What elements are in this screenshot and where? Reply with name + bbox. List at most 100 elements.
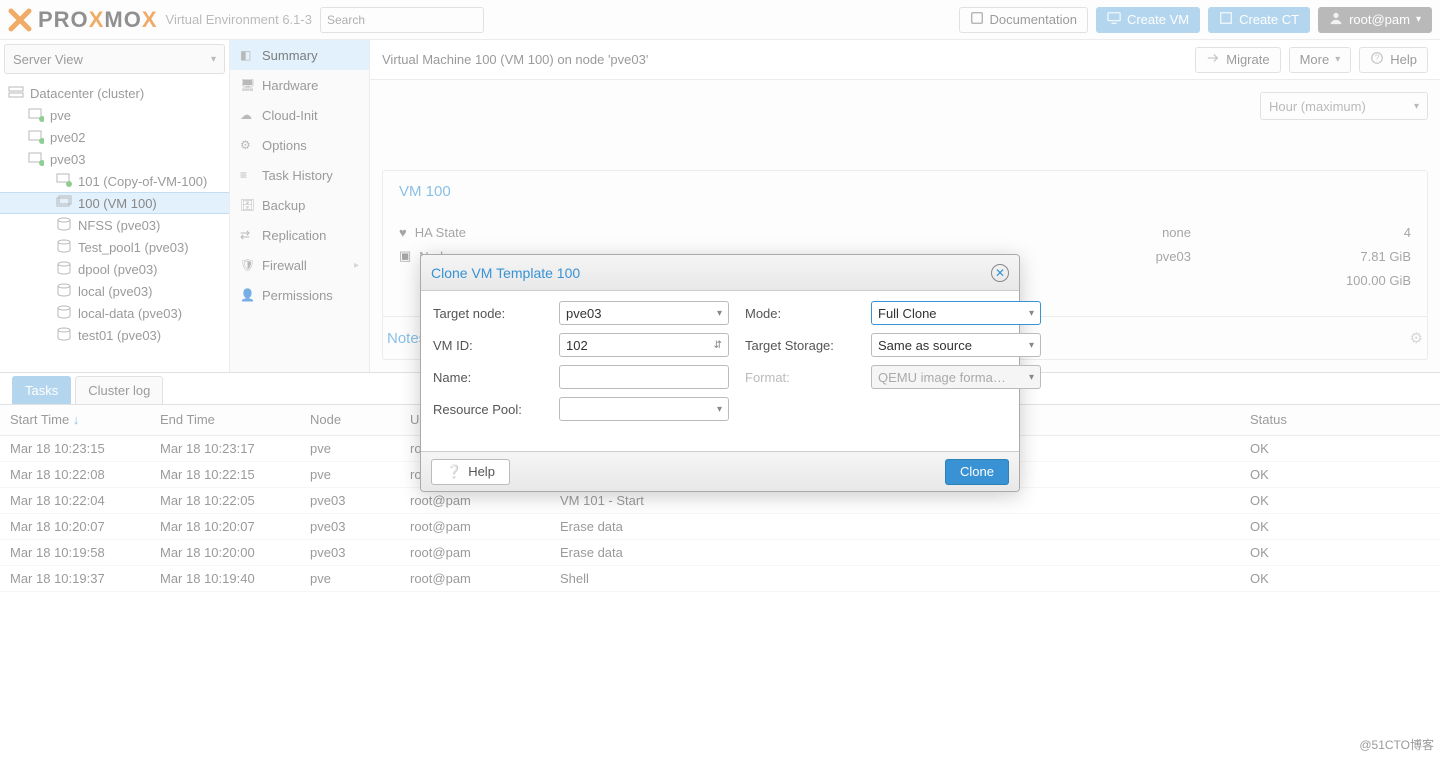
tree-root-label: Datacenter (cluster)	[30, 86, 144, 101]
more-button[interactable]: More ▾	[1289, 47, 1352, 73]
menu-icon: 🛡	[240, 258, 254, 272]
gear-icon[interactable]: ⚙	[1410, 329, 1423, 347]
timeframe-select[interactable]: Hour (maximum) ▾	[1260, 92, 1428, 120]
modal-help-button[interactable]: ❔ Help	[431, 459, 510, 485]
menu-icon: 🗄	[240, 198, 254, 212]
table-row[interactable]: Mar 18 10:20:07Mar 18 10:20:07pve03root@…	[0, 513, 1440, 539]
menu-item-permissions[interactable]: 👤Permissions	[230, 280, 369, 310]
user-icon	[1329, 11, 1343, 28]
create-vm-label: Create VM	[1127, 12, 1189, 27]
help-icon: ❔	[446, 464, 462, 480]
tree-node-pve03[interactable]: pve03	[0, 148, 229, 170]
mode-select[interactable]: Full Clone▾	[871, 301, 1041, 325]
menu-item-hardware[interactable]: 🖥 Hardware	[230, 70, 369, 100]
tree-datacenter[interactable]: Datacenter (cluster)	[0, 82, 229, 104]
clone-modal: Clone VM Template 100 ✕ Target node: pve…	[420, 254, 1020, 492]
tree-item[interactable]: NFSS (pve03)	[0, 214, 229, 236]
user-menu-button[interactable]: root@pam ▾	[1318, 7, 1432, 33]
tree-item-label: local (pve03)	[78, 284, 152, 299]
menu-item-cloud-init[interactable]: ☁ Cloud-Init	[230, 100, 369, 130]
name-label: Name:	[433, 370, 543, 385]
table-row[interactable]: Mar 18 10:19:58Mar 18 10:20:00pve03root@…	[0, 539, 1440, 565]
menu-label: Cloud-Init	[262, 108, 318, 123]
menu-item-task-history[interactable]: ≡Task History	[230, 160, 369, 190]
menu-item-replication[interactable]: ⇄Replication	[230, 220, 369, 250]
migrate-icon	[1206, 51, 1220, 68]
column-header[interactable]: Start Time ↓	[0, 405, 150, 435]
column-header[interactable]: Status	[1240, 405, 1440, 435]
table-cell: Mar 18 10:23:15	[0, 435, 150, 461]
pool-select[interactable]: ▾	[559, 397, 729, 421]
modal-body: Target node: pve03▾ Mode: Full Clone▾ VM…	[421, 291, 1019, 451]
search-input[interactable]	[320, 7, 484, 33]
table-cell: Mar 18 10:19:40	[150, 565, 300, 591]
storage-select[interactable]: Same as source▾	[871, 333, 1041, 357]
help-button[interactable]: ? Help	[1359, 47, 1428, 73]
table-cell: Mar 18 10:20:07	[0, 513, 150, 539]
tab-cluster-log[interactable]: Cluster log	[75, 376, 163, 404]
side-menu: ◧Summary 🖥 Hardware ☁ Cloud-Init ⚙Options≡Tas…	[230, 40, 370, 372]
vm-icon	[56, 172, 72, 191]
svg-text:?: ?	[1375, 54, 1380, 63]
menu-item-summary[interactable]: ◧Summary	[230, 40, 369, 70]
menu-label: Hardware	[262, 78, 318, 93]
table-cell: root@pam	[400, 513, 550, 539]
summary-val: none	[1162, 225, 1191, 240]
table-cell: Mar 18 10:19:58	[0, 539, 150, 565]
watermark: @51CTO博客	[1359, 736, 1434, 753]
menu-item-firewall[interactable]: 🛡Firewall▸	[230, 250, 369, 280]
table-cell: Mar 18 10:19:37	[0, 565, 150, 591]
name-input[interactable]	[559, 365, 729, 389]
table-cell: OK	[1240, 487, 1440, 513]
summary-side-val: 100.00 GiB	[1346, 273, 1411, 288]
tree-item[interactable]: Test_pool1 (pve03)	[0, 236, 229, 258]
modal-title-bar[interactable]: Clone VM Template 100 ✕	[421, 255, 1019, 291]
vmid-input[interactable]: 102 ⇵	[559, 333, 729, 357]
menu-label: Backup	[262, 198, 305, 213]
version-label: Virtual Environment 6.1-3	[166, 12, 312, 27]
create-vm-button[interactable]: Create VM	[1096, 7, 1200, 33]
menu-item-options[interactable]: ⚙Options	[230, 130, 369, 160]
table-cell: pve	[300, 565, 400, 591]
tree-node-pve[interactable]: pve	[0, 104, 229, 126]
tree-item[interactable]: local-data (pve03)	[0, 302, 229, 324]
target-node-select[interactable]: pve03▾	[559, 301, 729, 325]
server-view-label: Server View	[13, 52, 83, 67]
documentation-button[interactable]: Documentation	[959, 7, 1088, 33]
heartbeat-icon: ♥	[399, 225, 407, 240]
migrate-button[interactable]: Migrate	[1195, 47, 1280, 73]
monitor-icon	[1107, 11, 1121, 28]
table-row[interactable]: Mar 18 10:19:37Mar 18 10:19:40pveroot@pa…	[0, 565, 1440, 591]
building-icon: ▣	[399, 248, 411, 264]
mode-value: Full Clone	[878, 306, 937, 321]
node-icon	[28, 128, 44, 147]
tree-item[interactable]: 100 (VM 100)	[0, 192, 229, 214]
column-header[interactable]: End Time	[150, 405, 300, 435]
disk-icon	[56, 282, 72, 301]
table-cell: Mar 18 10:22:15	[150, 461, 300, 487]
table-cell: Mar 18 10:22:05	[150, 487, 300, 513]
tree-item[interactable]: local (pve03)	[0, 280, 229, 302]
tab-tasks[interactable]: Tasks	[12, 376, 71, 404]
clone-button[interactable]: Clone	[945, 459, 1009, 485]
tree-node-pve02[interactable]: pve02	[0, 126, 229, 148]
menu-item-backup[interactable]: 🗄 Backup	[230, 190, 369, 220]
server-view-select[interactable]: Server View ▾	[4, 44, 225, 74]
tree-item[interactable]: 101 (Copy-of-VM-100)	[0, 170, 229, 192]
modal-footer: ❔ Help Clone	[421, 451, 1019, 491]
user-label: root@pam	[1349, 12, 1410, 27]
tree-item[interactable]: test01 (pve03)	[0, 324, 229, 346]
table-cell: Mar 18 10:20:07	[150, 513, 300, 539]
spinner-icon: ⇵	[714, 340, 722, 351]
create-ct-button[interactable]: Create CT	[1208, 7, 1310, 33]
column-header[interactable]: Node	[300, 405, 400, 435]
close-icon[interactable]: ✕	[991, 264, 1009, 282]
timeframe-label: Hour (maximum)	[1269, 99, 1366, 114]
menu-icon: ☁	[240, 108, 254, 122]
tree-item[interactable]: dpool (pve03)	[0, 258, 229, 280]
menu-label: Options	[262, 138, 307, 153]
menu-icon: 🖥	[240, 78, 254, 92]
disk-icon	[56, 326, 72, 345]
vmid-value: 102	[566, 338, 588, 353]
tree-node-label: pve	[50, 108, 71, 123]
